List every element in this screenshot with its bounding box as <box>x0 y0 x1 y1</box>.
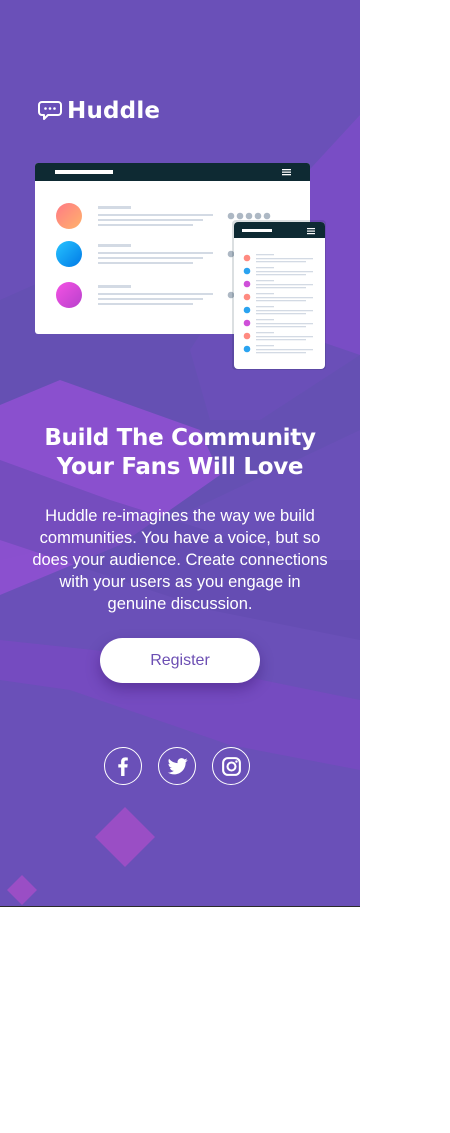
instagram-icon <box>221 756 241 776</box>
facebook-link[interactable] <box>104 747 142 785</box>
twitter-icon <box>167 757 188 774</box>
landing-page: Huddle Build The Community Your Fans Wil… <box>0 0 360 907</box>
twitter-link[interactable] <box>158 747 196 785</box>
chat-bubble-icon <box>38 101 62 120</box>
register-button[interactable]: Register <box>100 638 260 683</box>
hero-headline-line-1: Build The Community <box>44 425 316 451</box>
hero-description: Huddle re-imagines the way we build comm… <box>32 507 328 613</box>
hero-headline-line-2: Your Fans Will Love <box>56 454 304 480</box>
instagram-link[interactable] <box>212 747 250 785</box>
brand-name: Huddle <box>67 98 161 124</box>
brand-logo[interactable]: Huddle <box>38 98 160 124</box>
hero-headline: Build The Community Your Fans Will Love <box>20 424 340 482</box>
facebook-icon <box>118 756 128 776</box>
social-links <box>104 747 250 785</box>
app-mockup-illustration <box>35 163 326 370</box>
